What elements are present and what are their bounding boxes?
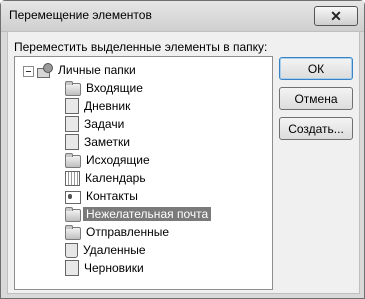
- calendar-icon: [65, 170, 80, 186]
- tree-root-personal-folders[interactable]: Личные папки: [37, 61, 139, 79]
- deleted-items-icon: [65, 242, 78, 258]
- collapse-icon[interactable]: [23, 66, 34, 77]
- junk-mail-folder-icon: [65, 207, 81, 222]
- close-icon: ✕: [330, 8, 342, 24]
- tree-item-label: Удаленные: [83, 243, 146, 257]
- tree-item-label: Заметки: [84, 135, 130, 149]
- drafts-icon: [65, 260, 79, 276]
- tree-item-journal[interactable]: Дневник: [65, 97, 133, 115]
- window-title: Перемещение элементов: [9, 8, 152, 22]
- tree-item-label: Черновики: [84, 261, 144, 275]
- cancel-button[interactable]: Отмена: [279, 87, 353, 110]
- tasks-icon: [65, 116, 79, 132]
- tree-item-outbox[interactable]: Исходящие: [65, 151, 153, 169]
- tree-item-label: Контакты: [86, 189, 138, 203]
- destination-prompt: Переместить выделенные элементы в папку:: [14, 40, 268, 54]
- tree-item-label: Дневник: [84, 99, 131, 113]
- tree-root-label: Личные папки: [58, 63, 136, 77]
- move-items-dialog: Перемещение элементов ✕ Переместить выде…: [0, 0, 365, 299]
- tree-item-label: Отправленные: [86, 225, 170, 239]
- tree-item-contacts[interactable]: Контакты: [65, 187, 141, 205]
- notes-icon: [65, 134, 79, 150]
- tree-item-notes[interactable]: Заметки: [65, 133, 133, 151]
- inbox-folder-icon: [65, 81, 81, 96]
- tree-item-label: Исходящие: [86, 153, 150, 167]
- tree-item-label: Календарь: [85, 171, 146, 185]
- tree-item-junk-mail[interactable]: Нежелательная почта: [65, 205, 212, 223]
- contacts-icon: [65, 190, 81, 204]
- tree-item-label: Входящие: [86, 81, 143, 95]
- tree-item-label: Задачи: [84, 117, 125, 131]
- tree-item-drafts[interactable]: Черновики: [65, 259, 147, 277]
- tree-item-inbox[interactable]: Входящие: [65, 79, 146, 97]
- ok-button[interactable]: ОК: [279, 57, 353, 80]
- dialog-body: Переместить выделенные элементы в папку:…: [7, 31, 360, 294]
- sent-folder-icon: [65, 225, 81, 240]
- tree-item-tasks[interactable]: Задачи: [65, 115, 127, 133]
- create-folder-button[interactable]: Создать...: [279, 117, 353, 140]
- journal-icon: [65, 98, 79, 114]
- tree-item-sent[interactable]: Отправленные: [65, 223, 172, 241]
- personal-folders-icon: [37, 63, 53, 78]
- folder-tree[interactable]: Личные папки Входящие Дневник Задачи Зам…: [14, 56, 273, 290]
- tree-item-calendar[interactable]: Календарь: [65, 169, 149, 187]
- tree-item-deleted[interactable]: Удаленные: [65, 241, 149, 259]
- tree-item-label: Нежелательная почта: [83, 207, 212, 221]
- title-bar: Перемещение элементов ✕: [1, 1, 364, 32]
- outbox-folder-icon: [65, 153, 81, 168]
- close-button[interactable]: ✕: [314, 6, 358, 26]
